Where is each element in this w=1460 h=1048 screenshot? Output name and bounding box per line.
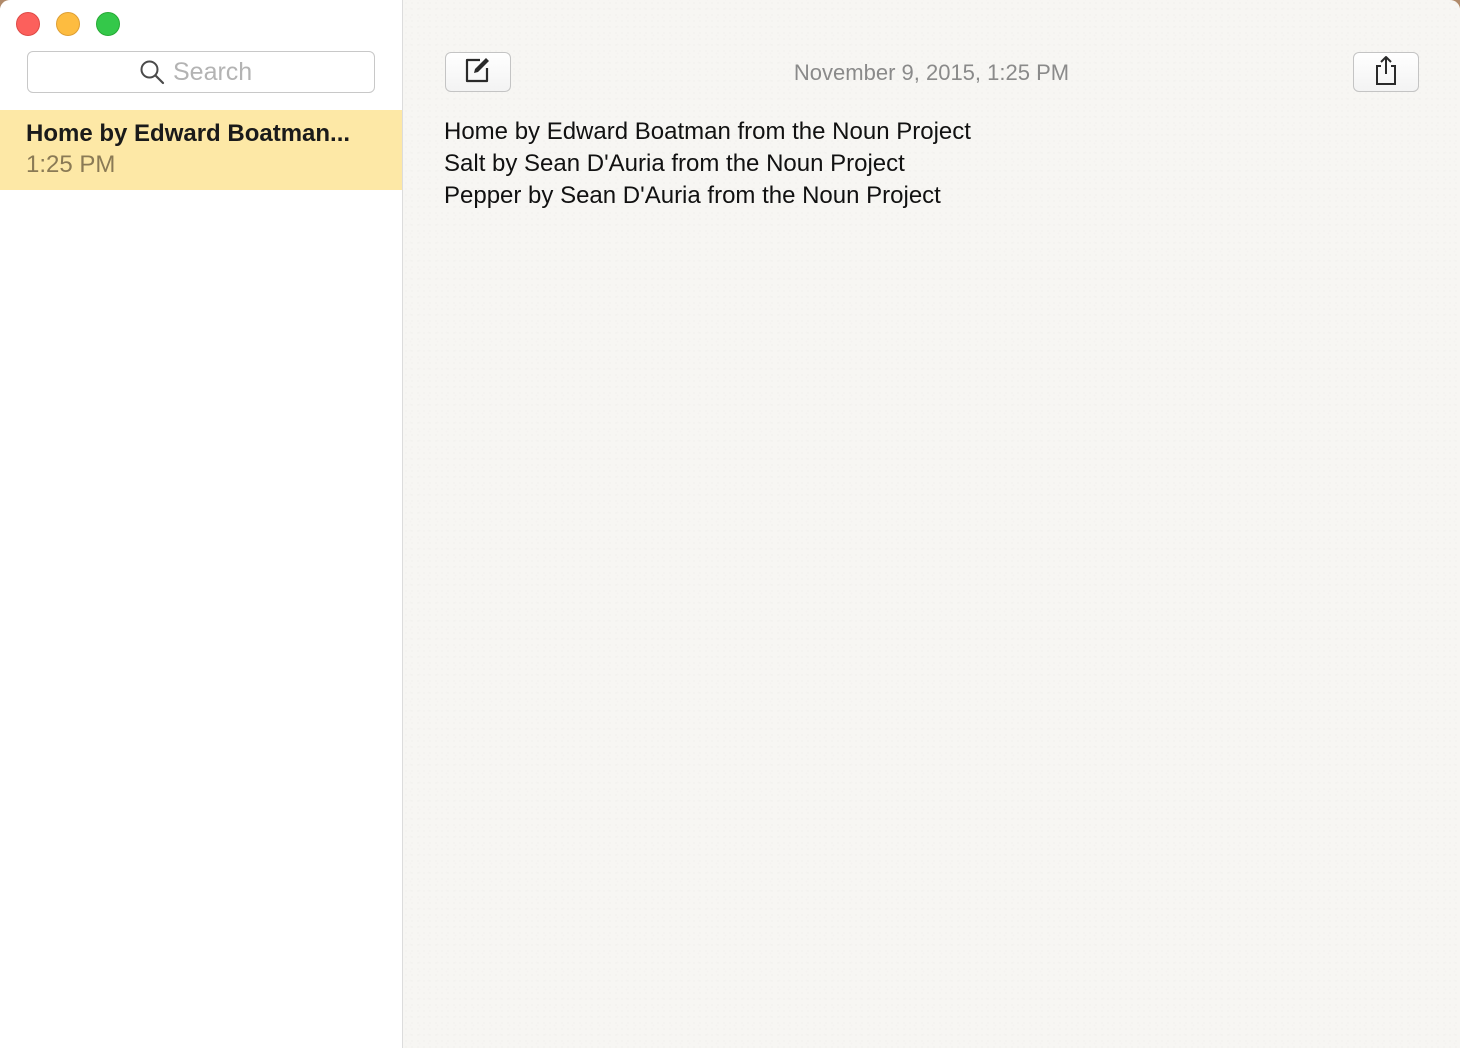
list-item[interactable]: Home by Edward Boatman... 1:25 PM — [0, 110, 402, 190]
note-line: Salt by Sean D'Auria from the Noun Proje… — [444, 150, 905, 177]
note-line: Home by Edward Boatman from the Noun Pro… — [444, 118, 971, 145]
share-icon — [1373, 54, 1399, 91]
note-body[interactable]: Home by Edward Boatman from the Noun Pro… — [444, 116, 971, 212]
close-button[interactable] — [16, 12, 40, 36]
notes-window: Home by Edward Boatman... 1:25 PM Novemb… — [0, 0, 1460, 1048]
note-date: November 9, 2015, 1:25 PM — [793, 60, 1070, 85]
share-button[interactable] — [1353, 52, 1419, 92]
sidebar: Home by Edward Boatman... 1:25 PM — [0, 0, 403, 1048]
note-item-title: Home by Edward Boatman... — [26, 120, 351, 147]
search-input[interactable] — [173, 57, 263, 87]
note-line: Pepper by Sean D'Auria from the Noun Pro… — [444, 182, 941, 209]
note-item-time: 1:25 PM — [26, 151, 116, 178]
zoom-button[interactable] — [96, 12, 120, 36]
minimize-button[interactable] — [56, 12, 80, 36]
search-icon — [139, 59, 165, 85]
search-field[interactable] — [27, 51, 375, 93]
note-editor: November 9, 2015, 1:25 PM Home by Edward… — [403, 0, 1460, 1048]
